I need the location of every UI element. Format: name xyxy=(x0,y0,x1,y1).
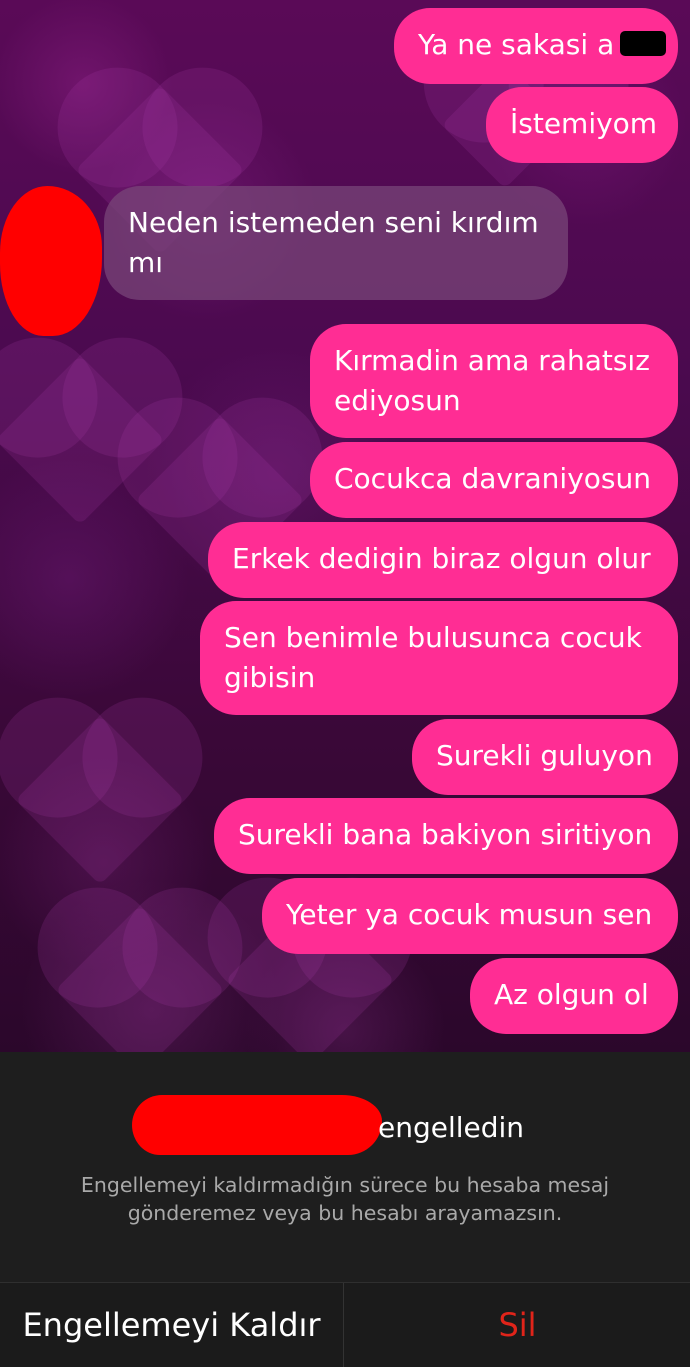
message-sent[interactable]: Surekli bana bakiyon siritiyon xyxy=(214,798,678,874)
message-sent[interactable]: Az olgun ol xyxy=(470,958,678,1034)
message-text: Neden istemeden seni kırdım mı xyxy=(128,206,539,279)
delete-button[interactable]: Sil xyxy=(345,1283,690,1367)
message-text: Kırmadin ama rahatsız ediyosun xyxy=(334,344,650,417)
message-sent[interactable]: Yeter ya cocuk musun sen xyxy=(262,878,678,954)
message-sent[interactable]: Sen benimle bulusunca cocuk gibisin xyxy=(200,601,678,715)
username-redacted xyxy=(132,1095,382,1155)
background-heart-decoration xyxy=(55,905,225,1052)
message-text: Az olgun ol xyxy=(494,978,649,1011)
message-text: Surekli bana bakiyon siritiyon xyxy=(238,818,653,851)
message-received[interactable]: Neden istemeden seni kırdım mı xyxy=(104,186,568,300)
avatar-redacted xyxy=(0,186,102,336)
blocked-description: Engellemeyi kaldırmadığın sürece bu hesa… xyxy=(80,1173,610,1225)
message-text: Yeter ya cocuk musun sen xyxy=(286,898,653,931)
unblock-button[interactable]: Engellemeyi Kaldır xyxy=(0,1283,344,1367)
redaction-block xyxy=(620,31,666,56)
message-text: Surekli guluyon xyxy=(436,739,653,772)
message-text: Erkek dedigin biraz olgun olur xyxy=(232,542,651,575)
blocked-title: engelledin xyxy=(378,1111,525,1144)
blocked-notice-panel xyxy=(0,1052,690,1282)
chat-background: Ya ne sakasi a İstemiyom Neden istemeden… xyxy=(0,0,690,1052)
message-sent[interactable]: Surekli guluyon xyxy=(412,719,678,795)
message-text: Ya ne sakasi a xyxy=(418,28,615,61)
message-sent[interactable]: İstemiyom xyxy=(486,87,678,163)
message-text: İstemiyom xyxy=(510,107,658,140)
background-heart-decoration xyxy=(15,715,185,885)
message-sent[interactable]: Kırmadin ama rahatsız ediyosun xyxy=(310,324,678,438)
message-sent[interactable]: Cocukca davraniyosun xyxy=(310,442,678,518)
message-sent[interactable]: Erkek dedigin biraz olgun olur xyxy=(208,522,678,598)
action-bar: Engellemeyi Kaldır Sil xyxy=(0,1282,690,1367)
message-text: Sen benimle bulusunca cocuk gibisin xyxy=(224,621,642,694)
message-text: Cocukca davraniyosun xyxy=(334,462,651,495)
